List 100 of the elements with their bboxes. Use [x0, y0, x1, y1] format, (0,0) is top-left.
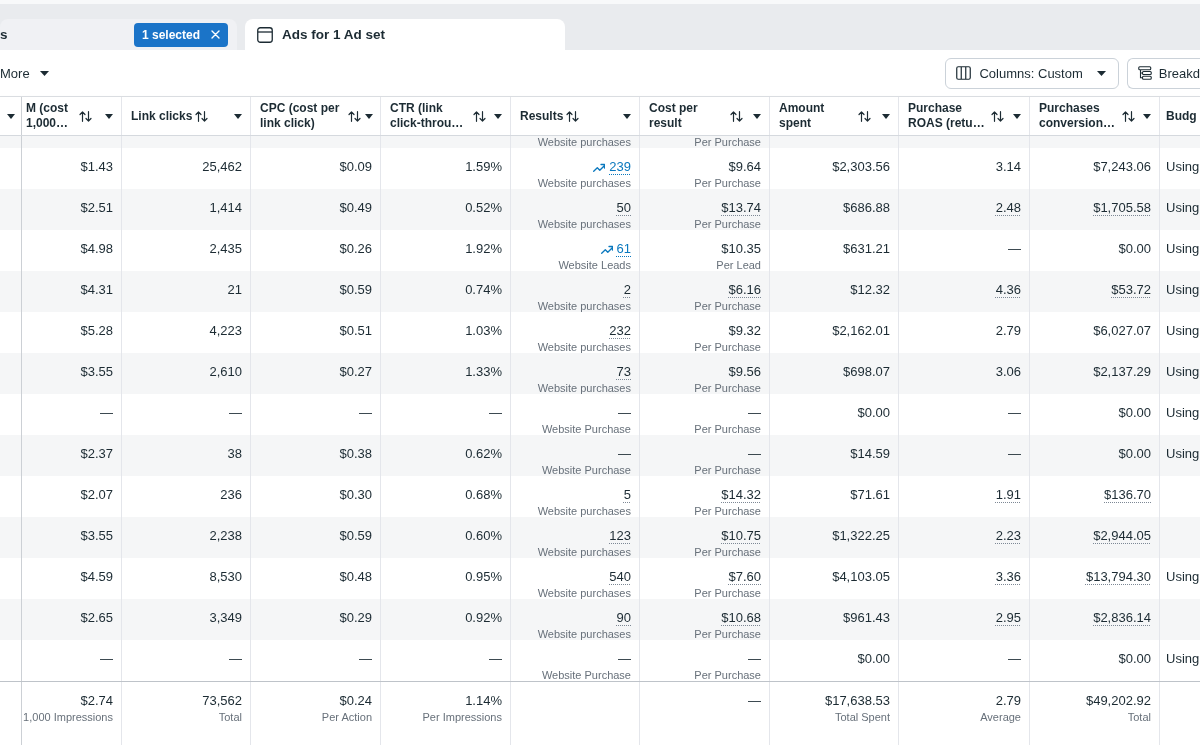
- table-text: Using: [1166, 322, 1200, 340]
- caret-down-icon[interactable]: [494, 113, 502, 119]
- sort-arrows-icon[interactable]: [566, 110, 580, 122]
- metric-label: Total: [1127, 711, 1151, 723]
- metric-value: —: [489, 650, 502, 668]
- metric-value: $0.00: [1118, 404, 1151, 422]
- sort-arrows-icon[interactable]: [348, 110, 361, 122]
- metric-value: 0.92%: [465, 609, 502, 627]
- metric-value: 232: [609, 322, 631, 340]
- metric-label: Website purchases: [537, 628, 631, 640]
- metric-value: —: [1008, 650, 1021, 668]
- sort-arrows-icon[interactable]: [473, 110, 486, 122]
- column-header[interactable]: Amount spent: [770, 97, 899, 135]
- metric-label: Per Purchase: [694, 423, 761, 435]
- column-header[interactable]: Purchase ROAS (retu…: [899, 97, 1030, 135]
- caret-down-icon[interactable]: [365, 113, 373, 119]
- metric-value: $5.28: [80, 322, 113, 340]
- metric-value: —: [359, 404, 372, 422]
- column-header[interactable]: Purchases conversion…: [1030, 97, 1160, 135]
- caret-down-icon[interactable]: [623, 113, 631, 119]
- metric-value: 0.60%: [465, 527, 502, 545]
- metric-value: 2,238: [209, 527, 242, 545]
- table-text: Using: [1166, 199, 1200, 217]
- metric-value: 1.59%: [465, 158, 502, 176]
- trend-up-icon: [593, 162, 606, 172]
- table-text: Using: [1166, 363, 1200, 381]
- metric-value: 50: [616, 199, 631, 217]
- metric-label: Per Purchase: [694, 587, 761, 599]
- metric-value: —: [1008, 240, 1021, 258]
- metric-value: $2,137.29: [1093, 363, 1151, 381]
- metric-value: $0.38: [339, 445, 372, 463]
- metric-label: 1,000 Impressions: [23, 711, 113, 723]
- metric-value: $14.59: [850, 445, 890, 463]
- caret-down-icon[interactable]: [1013, 113, 1021, 119]
- metric-value: $71.61: [850, 486, 890, 504]
- table-text: Using: [1166, 568, 1200, 586]
- result-link[interactable]: 239: [609, 158, 631, 176]
- metric-label: Total Spent: [834, 711, 890, 723]
- metric-value: 73: [616, 363, 631, 381]
- metric-value: 2,610: [209, 363, 242, 381]
- sort-arrows-icon[interactable]: [79, 110, 92, 122]
- caret-down-icon[interactable]: [753, 113, 761, 119]
- metric-label: Per Purchase: [694, 177, 761, 189]
- metric-value: $7.60: [728, 568, 761, 586]
- column-header[interactable]: Results: [511, 97, 640, 135]
- metric-value: 2,435: [209, 240, 242, 258]
- caret-down-icon[interactable]: [882, 113, 890, 119]
- column-header[interactable]: CPC (cost per link click): [251, 97, 381, 135]
- metric-value: $2.37: [80, 445, 113, 463]
- metric-value: $631.21: [843, 240, 890, 258]
- caret-down-icon: [39, 70, 49, 76]
- metric-value: $0.26: [339, 240, 372, 258]
- caret-down-icon[interactable]: [1143, 113, 1151, 119]
- metric-label: Website purchases: [537, 546, 631, 558]
- caret-down-icon[interactable]: [105, 113, 113, 119]
- metric-value: $0.59: [339, 527, 372, 545]
- columns-button[interactable]: Columns: Custom: [945, 57, 1119, 89]
- metric-label: Per Purchase: [694, 505, 761, 517]
- more-button[interactable]: More: [0, 59, 50, 87]
- column-header[interactable]: M (cost 1,000…: [22, 97, 122, 135]
- metric-value: $3.55: [80, 363, 113, 381]
- caret-down-icon[interactable]: [6, 113, 15, 119]
- metric-value: —: [748, 650, 761, 668]
- close-icon[interactable]: [211, 30, 220, 39]
- sort-arrows-icon[interactable]: [991, 110, 1004, 122]
- breakdown-button[interactable]: Breakd: [1126, 57, 1200, 89]
- metric-value: 5: [623, 486, 631, 504]
- metric-value: 2.79: [995, 692, 1021, 710]
- selection-chip[interactable]: 1 selected: [133, 22, 228, 47]
- metric-value: $7,243.06: [1093, 158, 1151, 176]
- metric-value: $2,836.14: [1093, 609, 1151, 627]
- metric-label: Website purchases: [537, 505, 631, 517]
- tab[interactable]: s 1 selected: [0, 19, 237, 50]
- sort-arrows-icon[interactable]: [858, 110, 871, 122]
- metric-value: $12.32: [850, 281, 890, 299]
- caret-down-icon[interactable]: [234, 113, 242, 119]
- column-header[interactable]: CTR (link click-throu…: [381, 97, 511, 135]
- column-header[interactable]: Link clicks: [122, 97, 251, 135]
- metric-value: $2,303.56: [832, 158, 890, 176]
- metric-value: $6.16: [728, 281, 761, 299]
- metric-value: $0.00: [1118, 240, 1151, 258]
- tab[interactable]: Ads for 1 Ad set: [245, 19, 565, 50]
- result-link[interactable]: 61: [616, 240, 631, 258]
- column-header[interactable]: Budg: [1160, 97, 1200, 135]
- columns-icon: [956, 66, 972, 80]
- metric-value: $961.43: [843, 609, 890, 627]
- metric-label: Website Purchase: [541, 423, 631, 435]
- metric-value: 2: [623, 281, 631, 299]
- metric-value: $0.59: [339, 281, 372, 299]
- metric-value: 21: [227, 281, 242, 299]
- sort-arrows-icon[interactable]: [1122, 110, 1135, 122]
- sort-arrows-icon[interactable]: [730, 110, 743, 122]
- metric-value: —: [489, 404, 502, 422]
- metric-value: $9.56: [728, 363, 761, 381]
- sort-arrows-icon[interactable]: [195, 110, 209, 122]
- column-header[interactable]: Cost per result: [640, 97, 770, 135]
- metric-value: $0.29: [339, 609, 372, 627]
- metric-value: $2,162.01: [832, 322, 890, 340]
- metric-label: Website purchases: [537, 341, 631, 353]
- metric-value: $6,027.07: [1093, 322, 1151, 340]
